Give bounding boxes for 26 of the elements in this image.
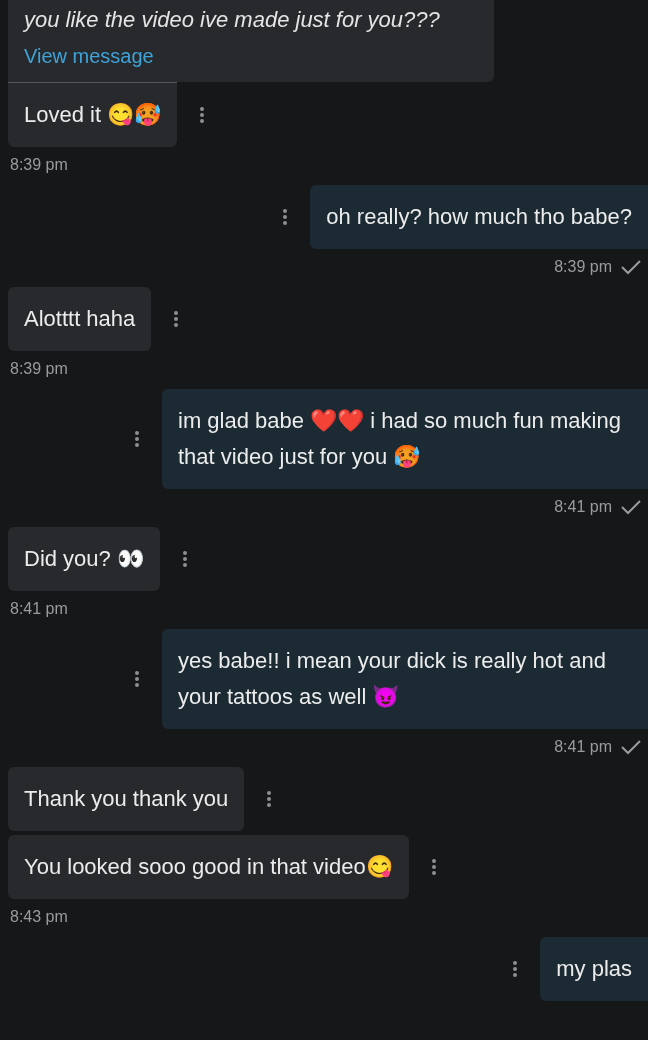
message-bubble: my plas xyxy=(540,937,648,1001)
message-time: 8:39 pm xyxy=(10,155,68,175)
more-icon[interactable] xyxy=(282,208,289,226)
message-bubble: oh really? how much tho babe? xyxy=(310,185,648,249)
more-icon[interactable] xyxy=(173,310,180,328)
view-message-link[interactable]: View message xyxy=(24,38,154,74)
more-icon[interactable] xyxy=(512,960,519,978)
more-icon[interactable] xyxy=(134,430,140,448)
message-bubble: yes babe!! i mean your dick is really hot and your tattoos as well 😈 xyxy=(162,629,648,729)
more-icon[interactable] xyxy=(199,105,206,124)
more-icon[interactable] xyxy=(266,790,273,808)
message-time: 8:43 pm xyxy=(10,907,68,927)
message-bubble: Loved it 😋🥵 xyxy=(8,82,178,147)
message-time: 8:41 pm xyxy=(10,599,68,619)
message-time: 8:41 pm xyxy=(554,497,612,517)
message-time: 8:41 pm xyxy=(554,737,612,757)
message-bubble: You looked sooo good in that video😋 xyxy=(8,835,409,899)
more-icon[interactable] xyxy=(430,858,437,876)
message-bubble: Thank you thank you xyxy=(8,767,245,831)
message-bubble: Alotttt haha xyxy=(8,287,152,351)
message-time: 8:39 pm xyxy=(10,359,68,379)
more-icon[interactable] xyxy=(134,670,140,688)
more-icon[interactable] xyxy=(181,550,188,568)
message-time: 8:39 pm xyxy=(554,257,612,277)
quoted-message: you like the video ive made just for you??? xyxy=(24,6,440,34)
message-bubble: im glad babe ❤❤ i had so much fun making that video just for you 🥵 xyxy=(162,389,648,489)
